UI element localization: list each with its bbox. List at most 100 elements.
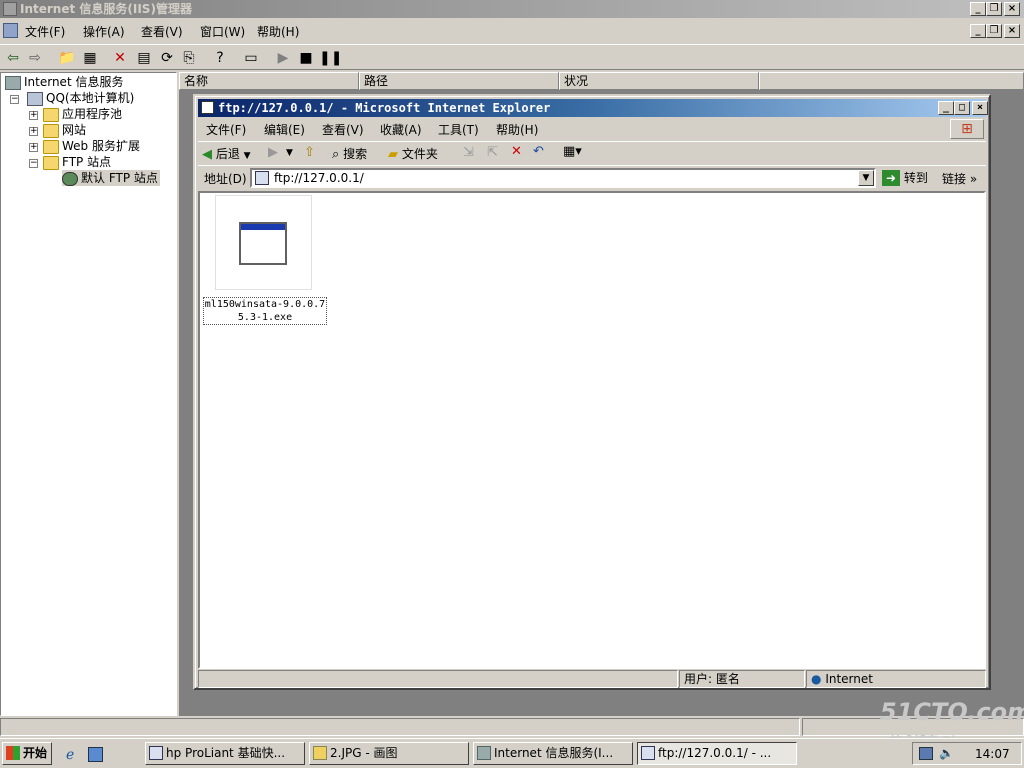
delete-icon[interactable]: ✕ xyxy=(111,49,129,67)
explorer-quicklaunch-icon[interactable] xyxy=(88,747,103,762)
links-button[interactable]: 链接 » xyxy=(942,170,977,187)
iis-status-main xyxy=(0,718,800,736)
tree-collapse-toggle[interactable]: − xyxy=(29,159,38,168)
ie-menu-file[interactable]: 文件(F) xyxy=(206,121,246,138)
ie-menubar: 文件(F) 编辑(E) 查看(V) 收藏(A) 工具(T) 帮助(H) ⊞ xyxy=(198,118,986,140)
menu-help[interactable]: 帮助(H) xyxy=(257,23,299,40)
mdi-restore-button[interactable]: ❐ xyxy=(986,24,1002,38)
volume-icon[interactable]: 🔈 xyxy=(939,746,954,760)
menu-view[interactable]: 查看(V) xyxy=(141,23,183,40)
ftp-page-icon xyxy=(255,171,269,185)
status-zone: ● Internet xyxy=(806,670,986,688)
task-paint[interactable]: 2.JPG - 画图 xyxy=(309,742,469,765)
task-hp-proliant[interactable]: hp ProLiant 基础快... xyxy=(145,742,305,765)
up-folder-icon[interactable]: 📁 xyxy=(58,49,76,67)
ie-menu-tools[interactable]: 工具(T) xyxy=(438,121,479,138)
ie-title-bar: ftp://127.0.0.1/ - Microsoft Internet Ex… xyxy=(198,99,988,117)
search-button[interactable]: ⌕ 搜索 xyxy=(332,145,367,162)
tree-item-websites[interactable]: 网站 xyxy=(43,122,86,138)
back-arrow-icon[interactable]: ⇦ xyxy=(4,49,22,67)
pause-icon[interactable]: ❚❚ xyxy=(319,49,342,67)
tree-expand-toggle[interactable]: + xyxy=(29,111,38,120)
taskbar: 开始 ℯ hp ProLiant 基础快... 2.JPG - 画图 Inter… xyxy=(0,738,1024,768)
ie-menu-help[interactable]: 帮助(H) xyxy=(496,121,538,138)
column-filler xyxy=(759,72,1024,90)
ie-window: ftp://127.0.0.1/ - Microsoft Internet Ex… xyxy=(193,94,991,690)
exe-application-icon xyxy=(239,222,287,265)
column-path[interactable]: 路径 xyxy=(359,72,559,90)
list-header: 名称 路径 状况 xyxy=(179,72,1024,90)
tree-item-ftp-sites[interactable]: FTP 站点 xyxy=(43,154,111,170)
column-status[interactable]: 状况 xyxy=(559,72,759,90)
copy-to-icon[interactable]: ⇱ xyxy=(487,145,498,160)
close-button[interactable]: × xyxy=(1004,2,1020,16)
views-icon[interactable]: ▦▾ xyxy=(563,144,582,159)
forward-circle-icon[interactable]: ▶ xyxy=(268,145,278,160)
restore-button[interactable]: ❐ xyxy=(986,2,1002,16)
stop-icon[interactable]: ■ xyxy=(297,49,315,67)
folders-button[interactable]: ▰ 文件夹 xyxy=(388,145,438,162)
forward-arrow-icon[interactable]: ⇨ xyxy=(26,49,44,67)
tree-computer[interactable]: QQ(本地计算机) xyxy=(27,90,134,106)
ie-quicklaunch-icon[interactable]: ℯ xyxy=(66,747,74,763)
show-tree-icon[interactable]: ▦ xyxy=(81,49,99,67)
iis-menubar: 文件(F) 操作(A) 查看(V) 窗口(W) 帮助(H) _ ❐ × xyxy=(0,20,1024,42)
tree-root[interactable]: Internet 信息服务 xyxy=(5,74,123,90)
menu-action[interactable]: 操作(A) xyxy=(83,23,125,40)
minimize-button[interactable]: _ xyxy=(970,2,986,16)
ie-toolbar: ◀ 后退 ▼ ▶ ▼ ⇧ ⌕ 搜索 ▰ 文件夹 ⇲ ⇱ ✕ ↶ ▦▾ xyxy=(198,141,986,165)
ie-minimize-button[interactable]: _ xyxy=(938,101,954,115)
ie-maximize-button[interactable]: □ xyxy=(954,101,970,115)
ie-page-icon xyxy=(201,101,214,114)
play-icon[interactable]: ▶ xyxy=(274,49,292,67)
tree-expand-toggle[interactable]: + xyxy=(29,127,38,136)
back-circle-icon: ◀ xyxy=(202,147,212,162)
mdi-minimize-button[interactable]: _ xyxy=(970,24,986,38)
iis-toolbar: ⇦ ⇨ 📁 ▦ ✕ ▤ ⟳ ⎘ ? ▭ ▶ ■ ❚❚ xyxy=(0,44,1024,70)
export-list-icon[interactable]: ⎘ xyxy=(180,49,198,67)
go-button[interactable]: ➜ 转到 xyxy=(882,169,928,186)
folder-icon xyxy=(43,139,59,154)
chevron-right-icon: » xyxy=(969,172,978,186)
ftp-page-icon xyxy=(641,746,655,760)
help-icon[interactable]: ? xyxy=(211,49,229,67)
address-dropdown-button[interactable]: ▼ xyxy=(858,170,874,186)
iis-server-icon xyxy=(477,746,491,760)
undo-icon[interactable]: ↶ xyxy=(533,144,544,159)
file-name-label[interactable]: ml150winsata-9.0.0.7 5.3-1.exe xyxy=(203,297,327,325)
address-label: 地址(D) xyxy=(204,172,247,186)
task-ie-ftp[interactable]: ftp://127.0.0.1/ - ... xyxy=(637,742,797,765)
watermark: 51CTO.com xyxy=(880,698,1024,726)
move-to-icon[interactable]: ⇲ xyxy=(463,145,474,160)
tree-expand-toggle[interactable]: + xyxy=(29,143,38,152)
tree-item-app-pools[interactable]: 应用程序池 xyxy=(43,106,122,122)
clock[interactable]: 14:07 xyxy=(975,747,1010,761)
iis-mdi-icon xyxy=(3,23,18,38)
paint-icon xyxy=(313,746,327,760)
refresh-icon[interactable]: ⟳ xyxy=(158,49,176,67)
network-icon[interactable] xyxy=(919,747,933,760)
ie-menu-favorites[interactable]: 收藏(A) xyxy=(380,121,422,138)
up-folder-icon[interactable]: ⇧ xyxy=(304,145,315,160)
chevron-down-icon[interactable]: ▼ xyxy=(286,148,293,158)
file-item[interactable] xyxy=(215,195,312,290)
delete-icon[interactable]: ✕ xyxy=(511,144,522,159)
ie-menu-view[interactable]: 查看(V) xyxy=(322,121,364,138)
properties-icon[interactable]: ▤ xyxy=(135,49,153,67)
menu-window[interactable]: 窗口(W) xyxy=(200,23,245,40)
start-button[interactable]: 开始 xyxy=(2,742,52,765)
task-iis-manager[interactable]: Internet 信息服务(I... xyxy=(473,742,633,765)
address-input[interactable]: ftp://127.0.0.1/ xyxy=(250,168,876,188)
ie-menu-edit[interactable]: 编辑(E) xyxy=(264,121,305,138)
tree-collapse-toggle[interactable]: − xyxy=(10,95,19,104)
mdi-close-button[interactable]: × xyxy=(1004,24,1020,38)
computer-icon[interactable]: ▭ xyxy=(242,49,260,67)
back-button[interactable]: ◀ 后退 ▼ xyxy=(202,145,251,162)
go-arrow-icon: ➜ xyxy=(882,170,900,186)
tree-item-web-extensions[interactable]: Web 服务扩展 xyxy=(43,138,140,154)
tree-item-default-ftp[interactable]: 默认 FTP 站点 xyxy=(62,170,160,186)
menu-file[interactable]: 文件(F) xyxy=(25,23,65,40)
ie-window-title: ftp://127.0.0.1/ - Microsoft Internet Ex… xyxy=(218,101,551,115)
column-name[interactable]: 名称 xyxy=(179,72,359,90)
ie-close-button[interactable]: × xyxy=(972,101,988,115)
